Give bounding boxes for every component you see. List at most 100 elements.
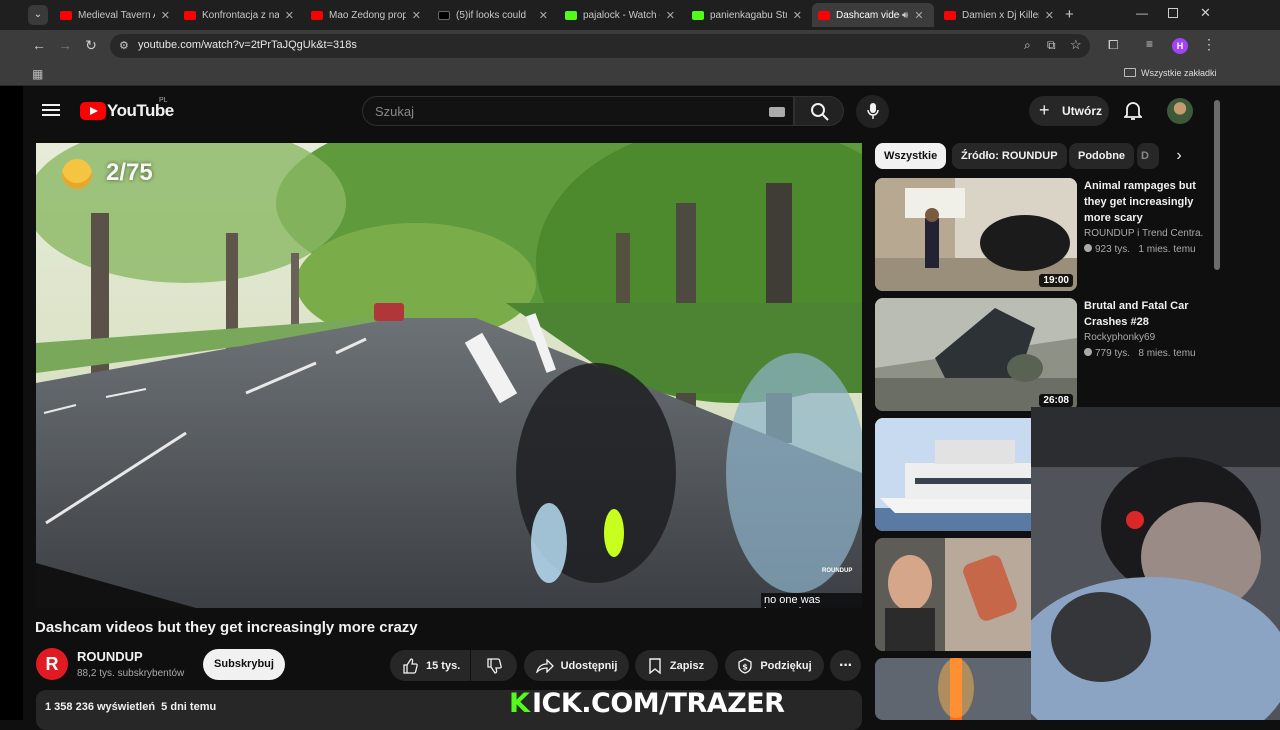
tab-title: Dashcam video xyxy=(836,9,900,21)
site-info-icon[interactable]: ⚙ xyxy=(119,39,129,52)
chip-all[interactable]: Wszystkie xyxy=(875,143,947,169)
forward-icon[interactable]: → xyxy=(56,37,74,53)
youtube-logo-text[interactable]: YouTube xyxy=(107,101,174,121)
like-count: 15 tys. xyxy=(426,659,461,672)
maximize-icon[interactable] xyxy=(1168,8,1178,18)
tab-title: Medieval Tavern Am xyxy=(78,9,155,21)
video-thumbnail[interactable]: 19:00 xyxy=(875,178,1077,291)
close-icon[interactable]: ✕ xyxy=(914,9,923,22)
views-and-age: 779 tys. 8 mies. temu xyxy=(1095,348,1196,359)
dislike-button[interactable] xyxy=(471,650,517,681)
youtube-logo-icon[interactable] xyxy=(80,102,106,120)
account-avatar[interactable] xyxy=(1167,98,1193,124)
share-icon xyxy=(535,658,554,673)
tab-title: Mao Zedong propo xyxy=(329,9,406,21)
page-scrollbar[interactable] xyxy=(1214,100,1220,270)
profile-avatar[interactable]: H xyxy=(1172,38,1188,54)
kick-icon xyxy=(692,10,704,20)
speaker-icon[interactable]: 🔊︎ xyxy=(902,10,908,21)
kick-channel-overlay: ICK.COM/TRAZER xyxy=(532,688,785,719)
view-stats: 1 358 236 wyświetleń 5 dni temu xyxy=(45,701,217,713)
close-icon[interactable]: ✕ xyxy=(666,9,675,22)
search-button[interactable] xyxy=(794,96,844,126)
streamer-webcam xyxy=(1031,407,1280,720)
recommendation-title[interactable]: Animal rampages but they get increasingl… xyxy=(1084,178,1202,226)
back-icon[interactable]: ← xyxy=(30,37,48,53)
search-placeholder: Szukaj xyxy=(375,104,415,119)
extensions-icon[interactable]: ⧠ xyxy=(1108,37,1118,53)
address-toolbar: ← → ↻ ⚙ youtube.com/watch?v=2tPrTaJQgUk&… xyxy=(0,30,1280,62)
like-button[interactable]: 15 tys. xyxy=(390,650,470,681)
video-player[interactable]: 2/75 ROUNDUP no one was harmed xyxy=(36,143,862,608)
left-dark-margin xyxy=(0,86,23,720)
video-watermark: ROUNDUP xyxy=(822,568,853,574)
url-bar[interactable]: ⚙ youtube.com/watch?v=2tPrTaJQgUk&t=318s… xyxy=(110,34,1090,58)
bookmark-star-icon[interactable]: ☆ xyxy=(1070,37,1082,53)
recommendation-meta: 923 tys. 1 mies. temu xyxy=(1084,242,1204,258)
video-duration: 26:08 xyxy=(1039,394,1073,407)
tiktok-icon xyxy=(438,10,450,20)
close-icon[interactable]: ✕ xyxy=(1045,9,1054,22)
keyboard-icon[interactable] xyxy=(769,107,785,117)
browser-tab[interactable]: Mao Zedong propo ✕ xyxy=(305,3,427,27)
new-tab-button[interactable]: + xyxy=(1065,6,1074,23)
chevron-right-icon[interactable]: › xyxy=(1166,143,1192,169)
url-text: youtube.com/watch?v=2tPrTaJQgUk&t=318s xyxy=(138,39,357,51)
recommendation-channel[interactable]: Rockyphonky69 xyxy=(1084,330,1204,346)
close-icon[interactable]: ✕ xyxy=(285,9,294,22)
subscriber-count: 88,2 tys. subskrybentów xyxy=(77,668,185,679)
tab-search-button[interactable]: ⌄ xyxy=(28,5,48,25)
close-icon[interactable]: ✕ xyxy=(161,9,170,22)
subscribe-button[interactable]: Subskrybuj xyxy=(203,649,285,680)
close-icon[interactable]: ✕ xyxy=(412,9,421,22)
thanks-button[interactable]: $ Podziękuj xyxy=(725,650,824,681)
browser-tab[interactable]: (5)if looks could ✕ xyxy=(432,3,554,27)
close-icon[interactable]: ✕ xyxy=(539,9,548,22)
notifications-bell-icon[interactable] xyxy=(1122,101,1144,126)
browser-tab[interactable]: Konfrontacja z nar ✕ xyxy=(178,3,300,27)
close-icon[interactable]: ✕ xyxy=(793,9,802,22)
close-window-icon[interactable]: ✕ xyxy=(1200,5,1211,21)
browser-tab[interactable]: Medieval Tavern Am ✕ xyxy=(54,3,176,27)
reload-icon[interactable]: ↻ xyxy=(82,37,100,54)
channel-avatar[interactable]: R xyxy=(36,648,68,680)
youtube-icon xyxy=(60,10,72,20)
youtube-icon xyxy=(944,10,956,20)
apps-grid-icon[interactable]: ▦ xyxy=(32,67,43,81)
share-button[interactable]: Udostępnij xyxy=(524,650,629,681)
chip-more[interactable]: D xyxy=(1137,143,1159,169)
browser-tab[interactable]: pajalock - Watch cl ✕ xyxy=(559,3,681,27)
media-icon[interactable]: ≡ xyxy=(1146,37,1153,51)
create-button[interactable]: + Utwórz xyxy=(1029,96,1109,126)
install-icon[interactable]: ⧉ xyxy=(1047,38,1056,53)
voice-search-button[interactable] xyxy=(856,95,889,128)
browser-tab-active[interactable]: Dashcam video 🔊︎ ✕ xyxy=(812,3,934,27)
hamburger-menu-icon[interactable] xyxy=(42,101,60,119)
thanks-label: Podziękuj xyxy=(760,659,812,672)
search-icon xyxy=(811,103,829,121)
recommendation-channel[interactable]: ROUNDUP i Trend Centra... xyxy=(1084,226,1204,242)
browser-tab[interactable]: Damien x Dj Killer ✕ xyxy=(938,3,1060,27)
channel-name[interactable]: ROUNDUP xyxy=(77,649,143,664)
minimize-icon[interactable]: — xyxy=(1136,6,1148,20)
plus-icon: + xyxy=(1039,100,1050,120)
thumbs-down-icon xyxy=(487,657,502,674)
all-bookmarks-link[interactable]: Wszystkie zakładki xyxy=(1141,68,1217,78)
thumbs-up-icon xyxy=(403,657,418,674)
zoom-icon[interactable]: ⌕ xyxy=(1024,38,1031,53)
recommendation-title[interactable]: Brutal and Fatal Car Crashes #28 xyxy=(1084,298,1202,330)
save-button[interactable]: Zapisz xyxy=(635,650,718,681)
video-thumbnail[interactable]: 26:08 xyxy=(875,298,1077,411)
more-actions-button[interactable]: ··· xyxy=(830,650,861,681)
search-input[interactable]: Szukaj xyxy=(362,96,794,126)
save-label: Zapisz xyxy=(669,659,705,672)
chip-related[interactable]: Podobne xyxy=(1069,143,1135,169)
browser-tab[interactable]: panienkagabu Stre ✕ xyxy=(686,3,808,27)
verified-icon xyxy=(1084,244,1092,252)
menu-kebab-icon[interactable]: ⋮ xyxy=(1202,36,1216,53)
video-caption: no one was harmed xyxy=(761,593,862,608)
video-title: Dashcam videos but they get increasingly… xyxy=(35,619,418,636)
browser-tab-bar: ⌄ Medieval Tavern Am ✕ Konfrontacja z na… xyxy=(0,0,1280,30)
chip-source[interactable]: Źródło: ROUNDUP xyxy=(952,143,1067,169)
dashcam-frame xyxy=(36,143,862,608)
